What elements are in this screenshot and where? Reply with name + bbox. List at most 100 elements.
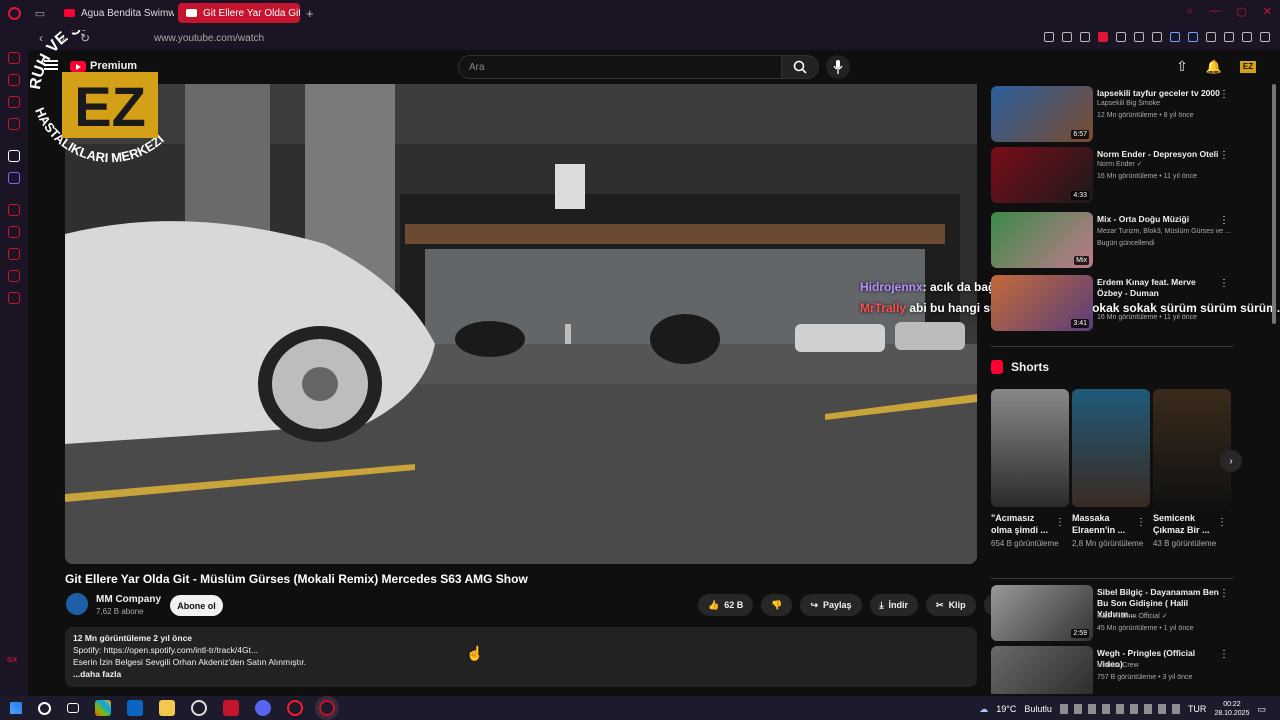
share-button[interactable]: ↪ Paylaş bbox=[800, 594, 862, 616]
channel-name[interactable]: MM Company bbox=[96, 594, 161, 605]
description-box[interactable]: 12 Mn görüntüleme 2 yıl önce Spotify: ht… bbox=[65, 627, 977, 687]
sidebar-tiktok-icon[interactable] bbox=[8, 150, 20, 162]
file-explorer-icon[interactable] bbox=[159, 700, 175, 716]
profile-icon[interactable] bbox=[1224, 32, 1234, 42]
video-title: Git Ellere Yar Olda Git - Müslüm Gürses … bbox=[65, 572, 528, 586]
sidebar-hook-icon[interactable] bbox=[8, 226, 20, 238]
cloud-icon: ☁ bbox=[979, 703, 989, 714]
more-options-icon[interactable]: ⋮ bbox=[1136, 517, 1146, 528]
recommendation-meta: 757 B görüntüleme • 3 yıl önce bbox=[1097, 674, 1193, 681]
download-icon[interactable] bbox=[1242, 32, 1252, 42]
search-button[interactable] bbox=[781, 55, 819, 79]
more-options-icon[interactable]: ⋮ bbox=[1219, 278, 1229, 289]
screen: ▭ Agua Bendita Swimwear I Git Ellere Yar… bbox=[0, 0, 1280, 720]
more-options-icon[interactable]: ⋮ bbox=[1217, 517, 1227, 528]
close-button[interactable]: ✕ bbox=[1263, 5, 1272, 18]
sidebar-history-icon[interactable] bbox=[8, 248, 20, 260]
recommendation-meta: 45 Mn görüntüleme • 1 yıl önce bbox=[1097, 625, 1194, 632]
recommendation-item[interactable]: 2:59 Sibel Bilgiç - Dayanamam Ben Bu Son… bbox=[991, 585, 1233, 643]
clock[interactable]: 00:22 28.10.2025 bbox=[1214, 700, 1249, 718]
start-icon[interactable] bbox=[10, 702, 22, 714]
camera-icon[interactable] bbox=[1116, 32, 1126, 42]
extension-icon[interactable] bbox=[1206, 32, 1216, 42]
more-options-icon[interactable]: ⋮ bbox=[1219, 588, 1229, 599]
recommendation-item[interactable]: 6:57 lapsekili tayfur geceler tv 2000 La… bbox=[991, 86, 1233, 144]
scrollbar[interactable] bbox=[1272, 84, 1276, 324]
task-view-icon[interactable] bbox=[67, 703, 79, 713]
pin-icon[interactable] bbox=[1062, 32, 1072, 42]
easy-setup-icon[interactable] bbox=[1260, 32, 1270, 42]
more-options-icon[interactable]: ⋮ bbox=[1219, 150, 1229, 161]
search-tabs-icon[interactable]: ⌕ bbox=[1187, 5, 1193, 18]
upload-icon[interactable]: ⇧ bbox=[1176, 58, 1188, 75]
recommendation-item[interactable]: 4:33 Norm Ender - Depresyon Oteli Norm E… bbox=[991, 147, 1233, 205]
recommendation-channel: Halil Yıldırım Official ✓ bbox=[1097, 613, 1168, 620]
zoom-icon[interactable] bbox=[1044, 32, 1054, 42]
temperature[interactable]: 19°C bbox=[996, 704, 1016, 714]
weather-description[interactable]: Bulutlu bbox=[1024, 704, 1052, 714]
more-options-icon[interactable]: ⋮ bbox=[1219, 215, 1229, 226]
translate-icon[interactable] bbox=[1188, 32, 1198, 42]
discord-icon[interactable] bbox=[255, 700, 271, 716]
search-input[interactable]: Ara bbox=[458, 55, 782, 79]
sidebar-player-icon[interactable] bbox=[8, 204, 20, 216]
mail-icon[interactable] bbox=[127, 700, 143, 716]
youtube-header: Premium Ara ⇧ 🔔 EZ bbox=[28, 50, 1280, 84]
recommendation-item[interactable]: Mix Mix - Orta Doğu Müziği Mezar Turizm,… bbox=[991, 212, 1233, 270]
subscribe-button[interactable]: Abone ol bbox=[170, 595, 223, 616]
heart-icon[interactable] bbox=[1152, 32, 1162, 42]
avatar[interactable]: EZ bbox=[1240, 60, 1256, 73]
shorts-next-button[interactable]: › bbox=[1220, 450, 1242, 472]
sidebar-ai-icon[interactable] bbox=[8, 52, 20, 64]
shield-icon[interactable] bbox=[1098, 32, 1108, 42]
tab-agua-bendita[interactable]: Agua Bendita Swimwear I bbox=[56, 3, 174, 23]
sidebar-news-icon[interactable] bbox=[8, 118, 20, 130]
download-button[interactable]: ⤓ İndir bbox=[869, 594, 919, 616]
recommendation-item[interactable]: Wegh - Pringles (Official Video) Mamba C… bbox=[991, 646, 1233, 694]
short-title: Semicenk Çıkmaz Bir ... bbox=[1153, 513, 1210, 535]
clock-app-icon[interactable] bbox=[191, 700, 207, 716]
more-options-icon[interactable]: ⋮ bbox=[1219, 89, 1229, 100]
notifications-icon[interactable]: 🔔 bbox=[1206, 59, 1222, 75]
share-label: Paylaş bbox=[823, 600, 852, 610]
notification-icon[interactable]: ▭ bbox=[1257, 704, 1266, 715]
voice-search-button[interactable] bbox=[826, 55, 850, 79]
dislike-button[interactable]: 👎 bbox=[761, 594, 793, 616]
shorts-title: Shorts bbox=[1011, 360, 1050, 374]
language-indicator[interactable]: TUR bbox=[1188, 704, 1207, 714]
more-options-icon[interactable]: ⋮ bbox=[1055, 517, 1065, 528]
recommendation-item[interactable]: 3:41 Erdem Kınay feat. Merve Özbey - Dum… bbox=[991, 275, 1233, 333]
tab-switcher-icon[interactable]: ▭ bbox=[28, 7, 52, 20]
sidebar-tv-icon[interactable] bbox=[8, 96, 20, 108]
channel-avatar[interactable] bbox=[66, 593, 88, 615]
opera-gx-icon[interactable] bbox=[319, 700, 335, 716]
sidebar-settings-icon[interactable] bbox=[8, 292, 20, 304]
short-views: 43 B görüntüleme bbox=[1153, 539, 1217, 548]
minimize-button[interactable]: — bbox=[1209, 5, 1220, 18]
shorts-header: Shorts bbox=[991, 360, 1049, 374]
sidebar-bookmarks-icon[interactable] bbox=[8, 270, 20, 282]
show-more-link[interactable]: ...daha fazla bbox=[73, 668, 969, 680]
search-icon[interactable] bbox=[38, 701, 51, 715]
recommendation-channel: Lapsekili Big Smoke bbox=[1097, 100, 1161, 107]
video-player[interactable] bbox=[65, 84, 977, 564]
new-tab-button[interactable]: + bbox=[306, 6, 314, 21]
sidebar-shop-icon[interactable] bbox=[8, 74, 20, 86]
audio-icon[interactable] bbox=[1170, 32, 1180, 42]
copilot-icon[interactable] bbox=[95, 700, 111, 716]
divider bbox=[991, 346, 1233, 347]
opera-logo-icon[interactable] bbox=[0, 0, 28, 26]
subscriber-count: 7,62 B abone bbox=[96, 607, 144, 616]
video-app-icon[interactable] bbox=[223, 700, 239, 716]
opera-icon[interactable] bbox=[287, 700, 303, 716]
tab-active-video[interactable]: Git Ellere Yar Olda Git bbox=[178, 3, 300, 23]
maximize-button[interactable]: ▢ bbox=[1236, 5, 1246, 18]
recommendation-channel: Norm Ender ✓ bbox=[1097, 161, 1143, 168]
sidebar-twitch-icon[interactable] bbox=[8, 172, 20, 184]
more-options-icon[interactable]: ⋮ bbox=[1219, 649, 1229, 660]
send-icon[interactable] bbox=[1134, 32, 1144, 42]
tray-icons[interactable] bbox=[1059, 704, 1180, 714]
like-button[interactable]: 👍 62 B bbox=[698, 594, 754, 616]
clip-button[interactable]: ✂ Klip bbox=[926, 594, 976, 616]
snapshot-icon[interactable] bbox=[1080, 32, 1090, 42]
